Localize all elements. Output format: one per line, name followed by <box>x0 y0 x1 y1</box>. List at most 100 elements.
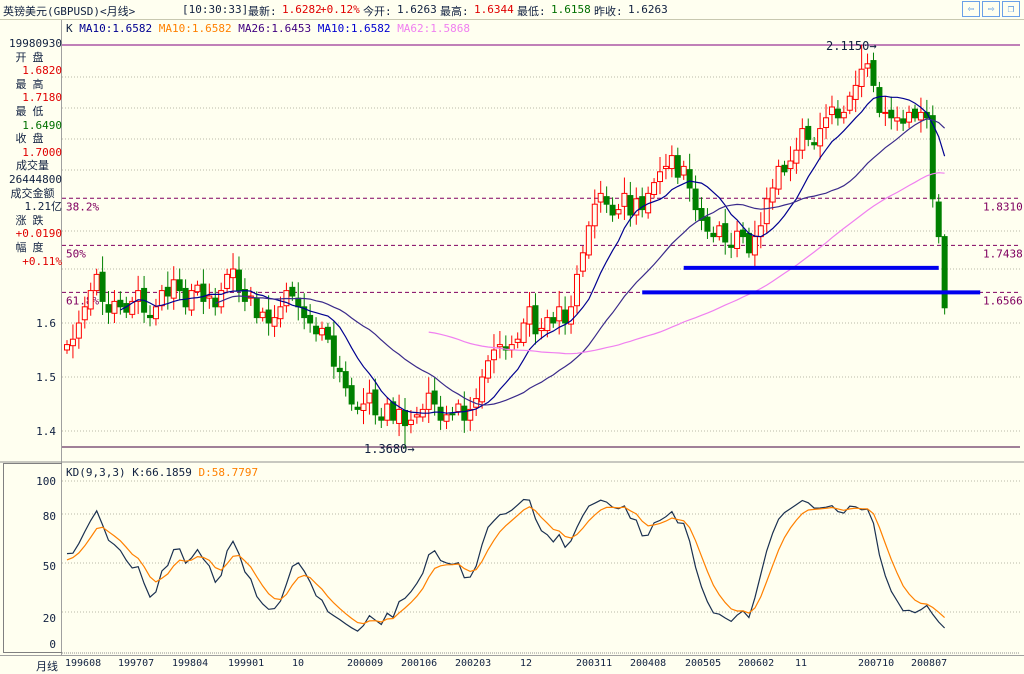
candle-up <box>716 225 723 238</box>
kd-d-line <box>66 506 946 625</box>
candle-down <box>805 125 812 140</box>
candle-up <box>396 408 403 424</box>
fib-pct-label: 61.8% <box>66 294 99 307</box>
candle-down <box>354 406 361 410</box>
candle-up <box>87 290 94 310</box>
candle-down <box>888 109 895 119</box>
chart-canvas[interactable]: 38.2% 1.8310 50% 1.7438 61.8% 1.6566 2.1150→ 1.… <box>0 0 1024 673</box>
x-axis-label: 11 <box>795 658 808 669</box>
candle-down <box>603 196 610 205</box>
candle-up <box>621 192 628 207</box>
candle-up <box>544 317 551 332</box>
kd-d-value: D:58.7797 <box>198 466 259 479</box>
candle-up <box>360 403 367 411</box>
candle-up <box>852 84 859 100</box>
candle-up <box>538 327 545 332</box>
candle-down <box>265 309 272 324</box>
candle-up <box>769 187 776 203</box>
candle-down <box>307 314 314 324</box>
legend-ma10-b: MA10:1.6582 <box>158 22 232 35</box>
candle-up <box>514 338 521 343</box>
ma-legend: K MA10:1.6582 MA10:1.6582 MA26:1.6453 MA… <box>66 22 470 35</box>
candle-up <box>823 117 830 129</box>
candle-down <box>532 305 539 335</box>
candle-up <box>651 182 658 195</box>
candle-up <box>526 306 533 325</box>
candle-up <box>917 111 924 121</box>
candle-up <box>556 306 563 322</box>
candle-up <box>579 252 586 272</box>
candle-up <box>799 128 806 151</box>
x-axis-label: 12 <box>520 658 533 669</box>
candle-up <box>520 322 527 343</box>
candle-down <box>182 287 189 308</box>
candle-up <box>188 290 195 311</box>
candle-down <box>105 304 112 313</box>
x-axis-label: 199608 <box>65 658 102 669</box>
candle-down <box>911 108 918 119</box>
candle-down <box>870 60 877 86</box>
candle-down <box>811 142 818 146</box>
candle-down <box>740 229 747 238</box>
candle-up <box>882 111 889 114</box>
candle-up <box>384 403 391 421</box>
candle-up <box>318 327 325 336</box>
candle-down <box>99 271 106 302</box>
candle-up <box>218 290 225 308</box>
candle-down <box>431 390 438 405</box>
candle-up <box>69 338 76 347</box>
x-axis-label: 200009 <box>347 658 384 669</box>
candle-down <box>378 416 385 421</box>
candle-up <box>585 225 592 256</box>
x-axis-label: 200106 <box>401 658 438 669</box>
candle-up <box>407 419 414 426</box>
candle-down <box>609 204 616 216</box>
fib-value-label: 1.7438 <box>983 247 1023 260</box>
candle-up <box>858 68 865 87</box>
candle-down <box>330 335 337 367</box>
x-axis-label: 199804 <box>172 658 209 669</box>
candle-down <box>692 188 699 211</box>
fib-pct-label: 38.2% <box>66 200 99 213</box>
candle-up <box>894 117 901 122</box>
min-price-label: 1.3680→ <box>364 442 415 456</box>
candle-up <box>490 349 497 361</box>
candle-down <box>372 389 379 416</box>
candle-up <box>763 198 770 225</box>
x-axis-label: 199707 <box>118 658 155 669</box>
candle-up <box>230 268 237 279</box>
legend-ma62: MA62:1.5868 <box>397 22 471 35</box>
candle-up <box>734 230 741 249</box>
legend-ma10-c: MA10:1.6582 <box>317 22 391 35</box>
fib-value-label: 1.6566 <box>983 294 1023 307</box>
legend-ma10: MA10:1.6582 <box>79 22 153 35</box>
candle-up <box>75 322 82 339</box>
candle-up <box>443 414 450 422</box>
candle-down <box>295 297 302 308</box>
candle-down <box>342 371 349 389</box>
candle-up <box>657 171 663 183</box>
candle-up <box>751 236 758 256</box>
candle-up <box>277 306 284 320</box>
candle-down <box>745 232 752 254</box>
candle-up <box>864 63 871 69</box>
candle-up <box>224 273 231 289</box>
ma62-line <box>428 172 945 355</box>
x-axis-label: 200311 <box>576 658 613 669</box>
candle-down <box>562 309 569 324</box>
candle-down <box>289 286 296 297</box>
candle-up <box>170 279 177 299</box>
kd-legend: KD(9,3,3) K:66.1859 D:58.7797 <box>66 466 258 479</box>
candle-down <box>402 409 409 427</box>
x-axis-label: 200408 <box>630 658 667 669</box>
candle-up <box>158 290 165 307</box>
candle-down <box>728 244 735 248</box>
candle-up <box>111 300 118 314</box>
x-axis-label: 200505 <box>685 658 722 669</box>
candle-down <box>674 155 681 178</box>
candle-down <box>253 297 260 319</box>
candle-up <box>259 311 266 319</box>
candle-down <box>935 201 942 238</box>
candle-up <box>366 392 373 404</box>
candle-up <box>906 111 913 123</box>
